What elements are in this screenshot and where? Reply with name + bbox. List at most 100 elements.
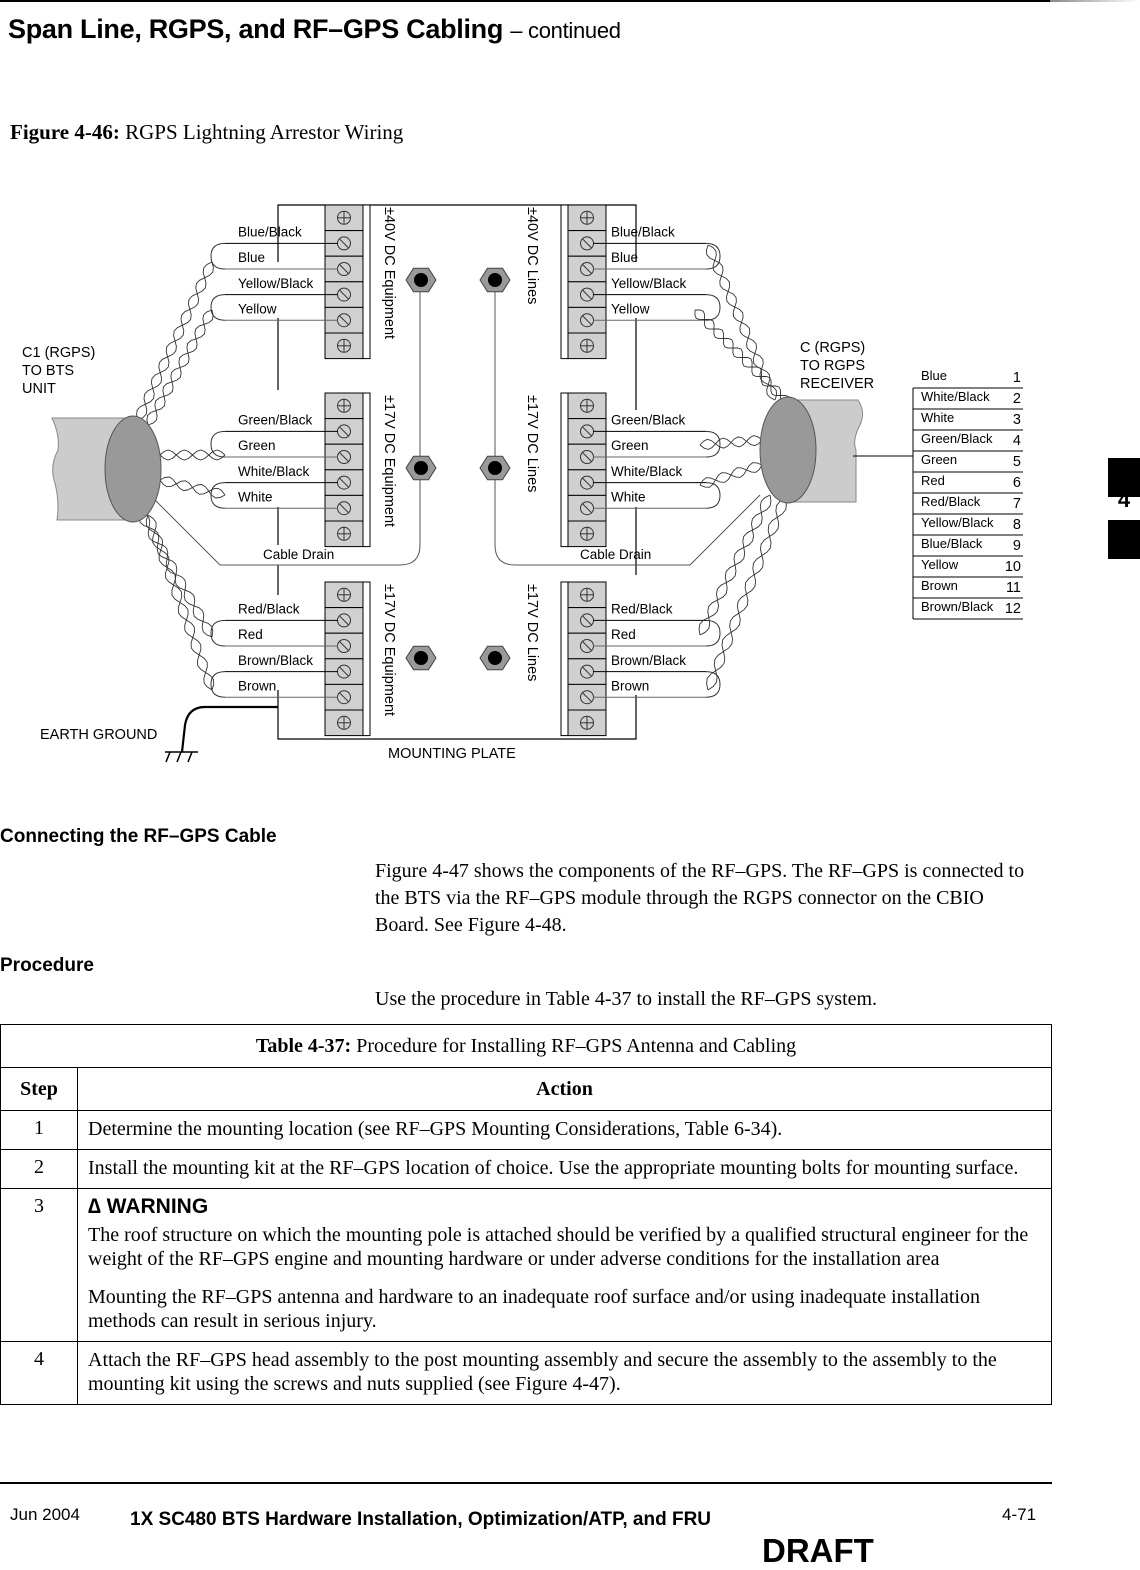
terminal-block: ±17V DC Equipment Red/Black Red Brown/Black… <box>210 581 397 737</box>
pinout-color: White <box>921 410 954 425</box>
header-rule <box>0 0 1050 2</box>
right-connector-label: C (RGPS) TO RGPS RECEIVER <box>800 340 874 392</box>
hex-nut-icon <box>479 455 511 481</box>
ground-symbol-icon <box>165 751 198 763</box>
pinout-color: Red/Black <box>921 494 981 509</box>
wire-label: Yellow <box>238 301 277 316</box>
earth-ground-wire <box>180 705 278 753</box>
draft-watermark: DRAFT <box>762 1532 874 1569</box>
wire-label: Red <box>611 627 636 642</box>
terminal-strip <box>560 392 569 548</box>
wire-pair-loop <box>705 619 721 647</box>
terminal-block: ±40V DC Lines Blue/Black Blue Yellow/Black Y… <box>524 204 721 360</box>
terminal-strip <box>362 581 371 737</box>
voltage-label: ±40V DC Lines <box>524 207 540 304</box>
warning-paragraph: The roof structure on which the mounting… <box>88 1224 1029 1270</box>
footer-title: 1X SC480 BTS Hardware Installation, Opti… <box>130 1509 712 1530</box>
voltage-label: ±17V DC Lines <box>524 584 540 681</box>
page-title: Span Line, RGPS, and RF–GPS Cabling – co… <box>8 14 621 45</box>
column-header-step: Step <box>0 1067 78 1111</box>
wire-pair-loop <box>210 671 226 698</box>
wire-label: Red/Black <box>238 602 300 617</box>
warning-title: ∆ WARNING <box>88 1195 209 1218</box>
wiring-diagram: EARTH GROUND MOUNTING PLATE Cable Drain … <box>22 204 1023 763</box>
voltage-label: ±17V DC Equipment <box>381 395 397 527</box>
procedure-table: Table 4-37: Procedure for Installing RF–… <box>0 1024 1052 1405</box>
hex-nut-icon <box>405 645 437 671</box>
footer-date: Jun 2004 <box>10 1505 80 1524</box>
wire-pair-loop <box>705 671 721 698</box>
hex-nut-icon <box>479 645 511 671</box>
twisted-pair <box>146 309 214 426</box>
table-title: Procedure for Installing RF–GPS Antenna … <box>356 1034 797 1057</box>
chapter-tab-block-bottom <box>1108 520 1140 559</box>
pinout-color: Yellow/Black <box>921 515 994 530</box>
pinout-color: Green/Black <box>921 431 993 446</box>
pinout-pin-number: 11 <box>1006 580 1021 596</box>
terminal-strip <box>362 204 371 360</box>
wire-label: Green/Black <box>238 413 313 428</box>
voltage-label: ±17V DC Lines <box>524 395 540 492</box>
warning-paragraph: Mounting the RF–GPS antenna and hardware… <box>88 1286 980 1332</box>
cable-drain-label-right: Cable Drain <box>580 547 651 562</box>
terminal-block: ±17V DC Lines Green/Black Green White/Black… <box>524 392 721 548</box>
terminal-strip <box>560 581 569 737</box>
pinout-pin-number: 12 <box>1005 601 1021 617</box>
step-number: 4 <box>0 1341 78 1405</box>
table-row: 4 Attach the RF–GPS head assembly to the … <box>0 1341 1052 1405</box>
wire-pair-loop <box>705 294 721 321</box>
table-number: Table 4-37: <box>255 1034 352 1057</box>
step-action: Determine the mounting location (see RF–… <box>77 1110 1052 1150</box>
table-row: 3 ∆ WARNING The roof structure on which … <box>0 1188 1052 1342</box>
wire-label: Blue/Black <box>238 225 302 240</box>
pinout-color: Blue/Black <box>921 536 983 551</box>
left-connector-label: C1 (RGPS) TO BTS UNIT <box>22 345 99 397</box>
pinout-color: Yellow <box>921 557 959 572</box>
twisted-pair <box>698 494 772 636</box>
terminal-strip <box>560 204 569 360</box>
header-rule-fade <box>1050 0 1140 2</box>
figure-title: RGPS Lightning Arrestor Wiring <box>125 120 404 144</box>
step-number: 3 <box>0 1188 78 1342</box>
wire-label: Brown <box>611 678 649 693</box>
wire-label: White/Black <box>238 464 310 479</box>
column-header-action: Action <box>77 1067 1052 1111</box>
wire-pair-loop <box>705 430 721 458</box>
pinout-pin-number: 7 <box>1013 496 1021 512</box>
pinout-pin-number: 4 <box>1013 433 1021 449</box>
hex-nut-icon <box>405 455 437 481</box>
table-row: 2 Install the mounting kit at the RF–GPS … <box>0 1149 1052 1189</box>
voltage-label: ±40V DC Equipment <box>381 207 397 339</box>
wire-label: White <box>238 489 273 504</box>
pinout-color: Brown <box>921 578 958 593</box>
wire-label: White <box>611 489 646 504</box>
section-heading-connecting: Connecting the RF–GPS Cable <box>0 826 277 847</box>
twisted-pair <box>159 476 226 499</box>
footer-rule <box>0 1482 1052 1484</box>
wire-label: White/Black <box>611 464 683 479</box>
step-action-warning: ∆ WARNING The roof structure on which th… <box>77 1188 1052 1342</box>
section-body-connecting: Figure 4-47 shows the components of the … <box>375 860 1025 936</box>
section-heading-procedure: Procedure <box>0 955 94 976</box>
terminal-block: ±17V DC Equipment Green/Black Green White/B… <box>210 392 397 548</box>
wire-label: Red/Black <box>611 602 673 617</box>
wire-pair-loop <box>210 482 226 509</box>
earth-ground-label: EARTH GROUND <box>40 727 157 743</box>
pinout-pin-number: 6 <box>1013 475 1021 491</box>
pinout-table: Blue 1 White/Black 2 White 3 Green/Black 4 Green… <box>912 368 1023 620</box>
chapter-tab-number: 4 <box>1117 487 1131 512</box>
twisted-pair <box>699 435 763 450</box>
wire-label: Brown/Black <box>611 653 686 668</box>
pinout-color: White/Black <box>921 389 990 404</box>
hex-nut-icon <box>479 267 511 293</box>
twisted-pair <box>145 514 215 691</box>
wire-label: Green <box>238 438 276 453</box>
pinout-pin-number: 1 <box>1013 370 1021 386</box>
table-row: 1 Determine the mounting location (see RF… <box>0 1110 1052 1150</box>
step-number: 1 <box>0 1110 78 1150</box>
twisted-pair <box>706 497 787 691</box>
right-connector-face <box>759 396 817 504</box>
pinout-pin-number: 2 <box>1013 391 1021 407</box>
wire-label: Blue <box>611 250 638 265</box>
wire-pair-loop <box>705 482 721 509</box>
